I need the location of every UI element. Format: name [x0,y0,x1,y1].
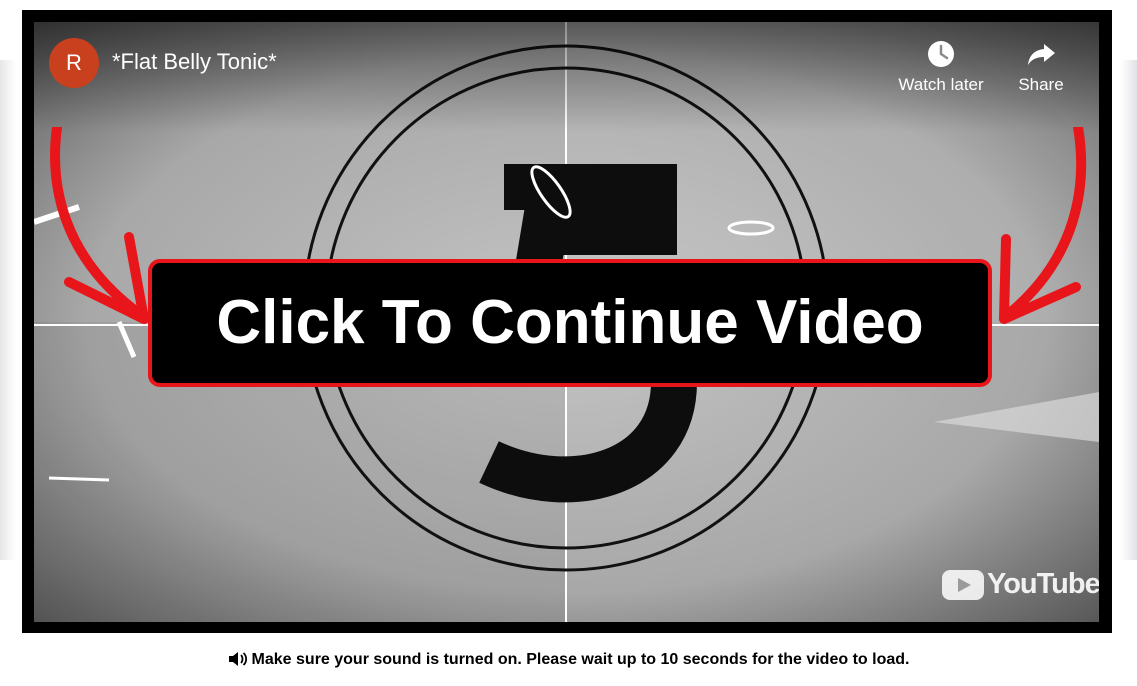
youtube-play-icon [942,570,984,600]
red-arrow-icon [999,127,1087,324]
youtube-logo-text: YouTube [987,568,1099,600]
watch-later-label: Watch later [898,75,984,94]
youtube-logo[interactable]: YouTube [942,568,1099,604]
share-button[interactable]: Share [1011,39,1071,95]
continue-video-button[interactable]: Click To Continue Video [148,259,992,387]
speaker-icon [228,652,247,666]
page: R *Flat Belly Tonic* Watch later Share C… [0,0,1137,686]
share-arrow-icon [1028,44,1055,65]
sound-notice: Make sure your sound is turned on. Pleas… [0,651,1137,669]
channel-avatar[interactable]: R [49,38,99,88]
video-title[interactable]: *Flat Belly Tonic* [112,49,277,75]
video-surface[interactable]: R *Flat Belly Tonic* Watch later Share C… [34,22,1099,622]
video-player[interactable]: R *Flat Belly Tonic* Watch later Share C… [22,10,1112,633]
watch-later-button[interactable]: Watch later [896,39,986,95]
share-label: Share [1018,75,1064,94]
right-edge-shadow [1121,60,1137,560]
red-arrow-icon [50,127,149,324]
left-edge-shadow [0,60,16,560]
clock-icon [928,41,954,67]
sound-notice-text: Make sure your sound is turned on. Pleas… [251,651,910,668]
